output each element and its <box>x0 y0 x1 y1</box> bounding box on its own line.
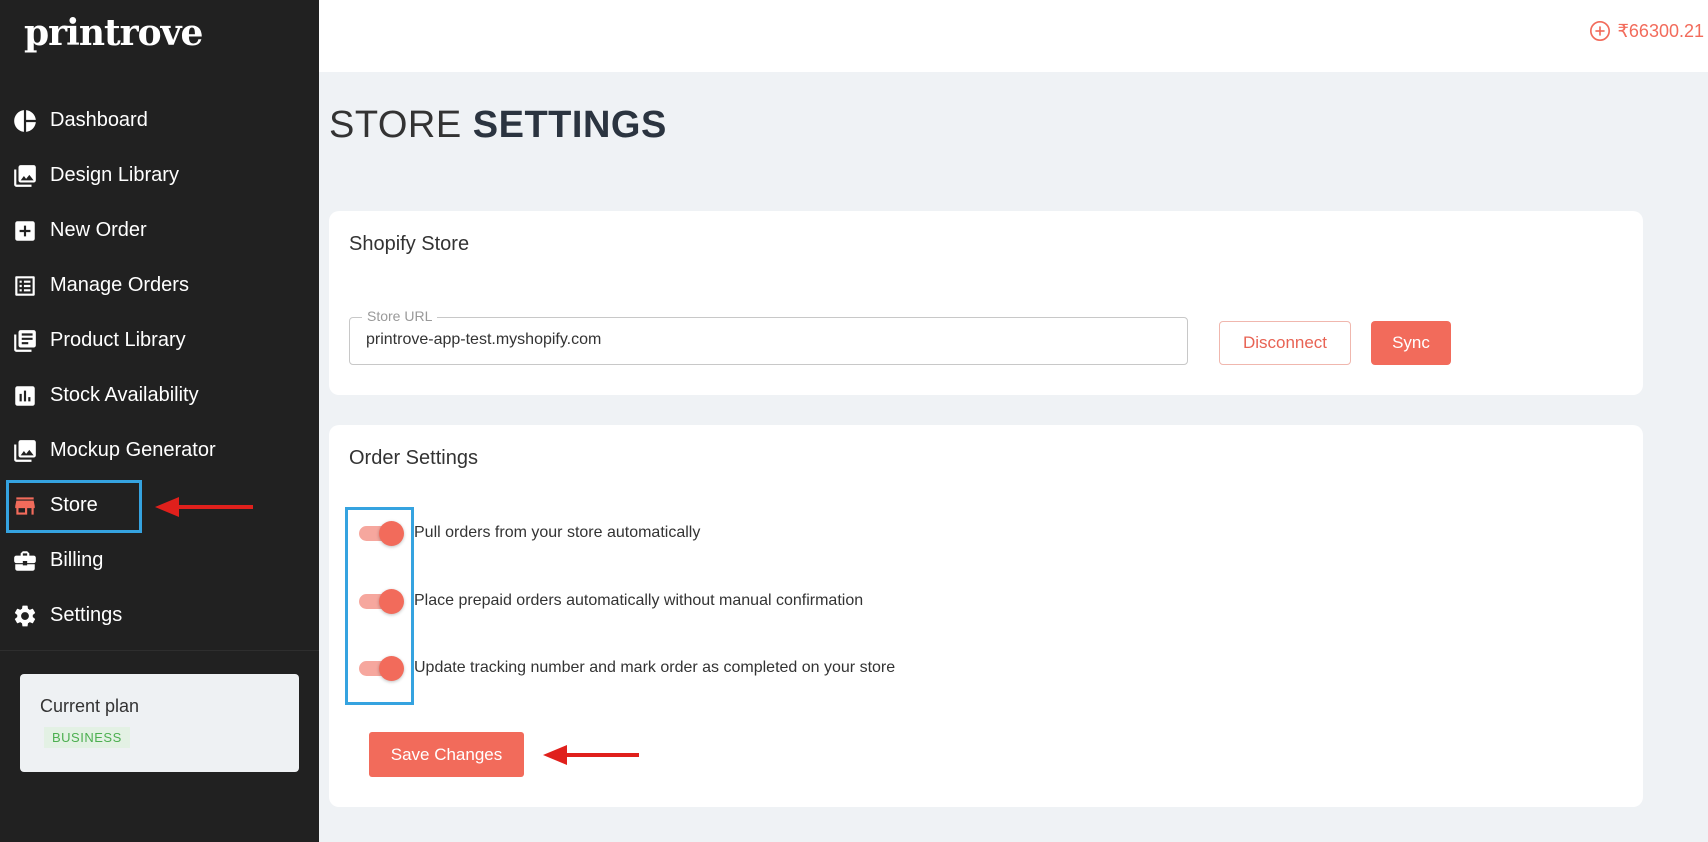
sidebar-item-label: Billing <box>50 549 104 571</box>
page-title: STORE SETTINGS <box>329 104 667 147</box>
sidebar-item-label: Mockup Generator <box>50 439 216 461</box>
toggle-label: Pull orders from your store automaticall… <box>414 524 701 541</box>
disconnect-button[interactable]: Disconnect <box>1219 321 1351 365</box>
annotation-arrow-store <box>155 497 253 517</box>
sidebar-item-label: Stock Availability <box>50 384 199 406</box>
sidebar-item-label: Product Library <box>50 329 186 351</box>
order-settings-card: Order Settings Pull orders from your sto… <box>329 425 1643 807</box>
sidebar-item-label: Settings <box>50 604 123 626</box>
sidebar-item-mockup-generator[interactable]: Mockup Generator <box>0 423 319 478</box>
sidebar: printrove Dashboard Design Library New O… <box>0 0 319 842</box>
image-icon <box>12 438 38 464</box>
bar-chart-icon <box>12 383 38 409</box>
sidebar-item-label: Manage Orders <box>50 274 189 296</box>
card-title: Shopify Store <box>349 233 470 255</box>
store-highlight-box <box>6 480 142 533</box>
wallet-balance[interactable]: ₹66300.21 <box>1589 20 1704 42</box>
current-plan-card: Current plan BUSINESS <box>20 674 299 772</box>
plan-badge: BUSINESS <box>44 727 130 748</box>
store-url-label: Store URL <box>362 308 438 324</box>
list-icon <box>12 273 38 299</box>
current-plan-label: Current plan <box>40 696 140 716</box>
sidebar-item-billing[interactable]: Billing <box>0 533 319 588</box>
sidebar-item-label: Dashboard <box>50 109 148 131</box>
book-icon <box>12 328 38 354</box>
sidebar-item-settings[interactable]: Settings <box>0 588 319 643</box>
sync-button[interactable]: Sync <box>1371 321 1451 365</box>
store-url-field[interactable]: Store URL printrove-app-test.myshopify.c… <box>349 308 1188 365</box>
toggles-highlight-box <box>345 507 414 705</box>
image-library-icon <box>12 163 38 189</box>
pie-chart-icon <box>12 108 38 134</box>
add-circle-icon <box>1590 21 1611 41</box>
sidebar-item-label: New Order <box>50 219 147 241</box>
printrove-logo[interactable]: printrove <box>24 12 203 54</box>
shopify-store-card: Shopify Store Store URL printrove-app-te… <box>329 211 1643 395</box>
toggle-row: Place prepaid orders automatically witho… <box>357 587 863 615</box>
top-header: ₹66300.21 <box>319 0 1708 72</box>
annotation-arrow-save <box>543 745 639 765</box>
sidebar-item-label: Design Library <box>50 164 179 186</box>
sidebar-item-dashboard[interactable]: Dashboard <box>0 93 319 148</box>
briefcase-icon <box>12 548 38 574</box>
toggle-label: Place prepaid orders automatically witho… <box>414 592 864 609</box>
sidebar-nav: Dashboard Design Library New Order Manag… <box>0 93 319 643</box>
gear-icon <box>12 603 38 629</box>
sidebar-item-design-library[interactable]: Design Library <box>0 148 319 203</box>
save-changes-button[interactable]: Save Changes <box>369 732 524 777</box>
card-title: Order Settings <box>349 447 478 469</box>
sidebar-item-manage-orders[interactable]: Manage Orders <box>0 258 319 313</box>
balance-amount: ₹66300.21 <box>1617 20 1704 41</box>
sidebar-divider <box>0 650 319 651</box>
plus-square-icon <box>12 218 38 244</box>
page-title-bold: SETTINGS <box>472 104 667 146</box>
page-title-light: STORE <box>329 104 462 146</box>
sidebar-item-product-library[interactable]: Product Library <box>0 313 319 368</box>
sidebar-item-stock-availability[interactable]: Stock Availability <box>0 368 319 423</box>
sidebar-item-new-order[interactable]: New Order <box>0 203 319 258</box>
store-url-value: printrove-app-test.myshopify.com <box>366 331 602 348</box>
toggle-row: Update tracking number and mark order as… <box>357 654 895 682</box>
toggle-label: Update tracking number and mark order as… <box>414 659 896 676</box>
